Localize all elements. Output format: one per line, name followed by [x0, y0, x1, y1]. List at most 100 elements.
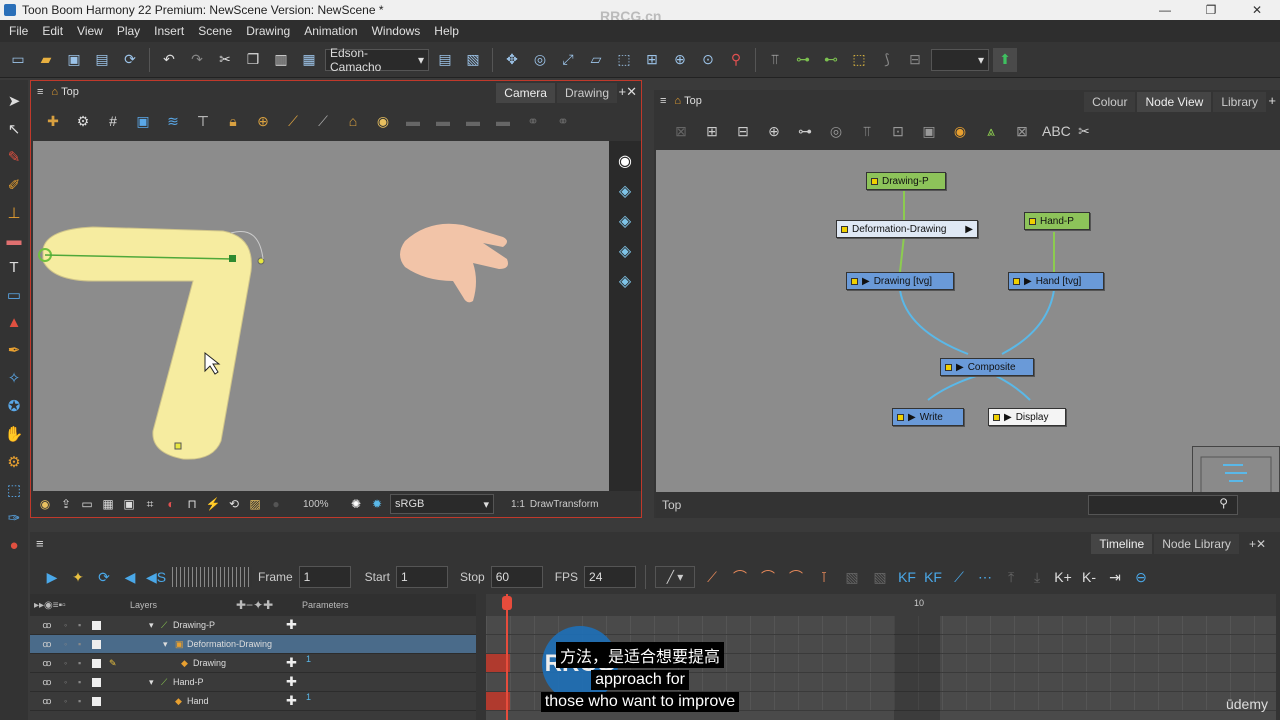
visibility-icon[interactable]: ◦: [64, 658, 78, 668]
add-pin-icon[interactable]: ✚: [41, 113, 65, 130]
close-icon[interactable]: +✕: [619, 84, 637, 100]
brush-icon[interactable]: ⟋: [281, 113, 305, 130]
save-icon[interactable]: ▣: [62, 48, 86, 72]
zoom-level[interactable]: 100%: [303, 499, 343, 510]
keyframe-ease-icon[interactable]: ⌒: [729, 567, 751, 587]
interpolation-dropdown[interactable]: ╱ ▾: [655, 566, 696, 588]
library-icon[interactable]: ▦: [297, 48, 321, 72]
film-icon[interactable]: ▣: [121, 497, 137, 511]
paint-bucket-icon[interactable]: ▲: [4, 314, 24, 331]
workspace-save-icon[interactable]: ▧: [461, 48, 485, 72]
open-folder-icon[interactable]: ▰: [34, 48, 58, 72]
rotate-view-icon[interactable]: ⟲: [226, 497, 242, 511]
zoom-node-icon[interactable]: ◎: [825, 123, 847, 140]
save-as-icon[interactable]: ▤: [90, 48, 114, 72]
add-parameter-icon[interactable]: ✚: [286, 674, 297, 690]
node-display[interactable]: ▶ Display: [988, 408, 1066, 426]
play-icon[interactable]: ▶: [42, 569, 62, 586]
layer-stack-l-icon[interactable]: ◈: [619, 211, 631, 231]
home-icon[interactable]: ⌂: [51, 86, 58, 98]
layer-stack-u-icon[interactable]: ◈: [619, 271, 631, 291]
transform-icon[interactable]: ⬚: [612, 48, 636, 72]
copy-icon[interactable]: ❐: [241, 48, 265, 72]
keyframe-path-icon[interactable]: ⟋: [949, 569, 969, 586]
layer-checkbox[interactable]: [92, 620, 101, 630]
eraser-tool-icon[interactable]: ▬: [4, 232, 24, 249]
refresh-icon[interactable]: ⟳: [118, 48, 142, 72]
minimize-button[interactable]: —: [1142, 0, 1188, 20]
node-enable-toggle[interactable]: [851, 277, 858, 285]
menu-windows[interactable]: Windows: [365, 24, 428, 38]
tab-drawing[interactable]: Drawing: [556, 83, 617, 103]
node-drawing-tvg[interactable]: ▶ Drawing [tvg]: [846, 272, 954, 290]
expand-icon[interactable]: ▾: [149, 677, 161, 688]
rig-node-icon[interactable]: ✂: [1073, 123, 1095, 140]
peg-node-icon[interactable]: ⫪: [856, 123, 878, 140]
peg-icon[interactable]: ⊙: [696, 48, 720, 72]
layer-stack-icon[interactable]: ◈: [619, 181, 631, 201]
scale-icon[interactable]: ⤢: [556, 48, 580, 72]
contour-editor-icon[interactable]: ↖: [4, 120, 24, 138]
upload-icon[interactable]: ⇪: [58, 497, 74, 511]
eye-icon[interactable]: ◉: [618, 151, 632, 171]
workspace-icon[interactable]: ▤: [433, 48, 457, 72]
visibility-icon[interactable]: ◦: [64, 677, 78, 687]
layer-checkbox[interactable]: [92, 696, 101, 706]
reposition-icon[interactable]: ⊞: [640, 48, 664, 72]
flip-icon[interactable]: ⌂: [341, 113, 365, 129]
stroke-icon[interactable]: ⟋: [311, 113, 335, 130]
layer-row-drawing[interactable]: ꝏ ◦ ▪ ✎ ◆ Drawing ✚ 1: [30, 654, 476, 673]
lightning-icon[interactable]: ⚡: [205, 497, 221, 511]
menu-insert[interactable]: Insert: [147, 24, 191, 38]
cutter-tool-icon[interactable]: ✪: [4, 397, 24, 415]
onion-timeline-icon[interactable]: ⊖: [1131, 569, 1151, 586]
camera-viewport[interactable]: [33, 141, 609, 491]
layer-checkbox[interactable]: [92, 677, 101, 687]
skew-icon[interactable]: ▱: [584, 48, 608, 72]
menu-file[interactable]: File: [2, 24, 35, 38]
camera-small-icon[interactable]: ▨: [247, 497, 263, 511]
sound-scrub-icon[interactable]: ◀S: [146, 569, 166, 586]
lock-icon[interactable]: 🔒︎: [221, 113, 245, 130]
add-parameter-icon[interactable]: ✚: [286, 617, 297, 633]
add-cell-icon[interactable]: K+: [1053, 569, 1073, 585]
node-deformation-drawing[interactable]: Deformation-Drawing ▶: [836, 220, 978, 238]
node-search-input[interactable]: [1088, 495, 1238, 515]
frame-ruler[interactable]: 10: [486, 594, 1276, 616]
pivot-tool-icon[interactable]: ✧: [4, 369, 24, 387]
add-tab-icon[interactable]: +✕: [1241, 534, 1274, 554]
curve-icon[interactable]: ⟆: [875, 48, 899, 72]
tab-colour[interactable]: Colour: [1084, 92, 1136, 112]
tab-library[interactable]: Library: [1213, 92, 1266, 112]
node-breadcrumb[interactable]: Top: [684, 95, 702, 107]
display-node-icon[interactable]: ◉: [949, 123, 971, 140]
lock-icon[interactable]: ▪: [78, 620, 92, 630]
add-tab-icon[interactable]: +: [1268, 93, 1276, 108]
close-button[interactable]: ✕: [1234, 0, 1280, 20]
cut-icon[interactable]: ✂: [213, 48, 237, 72]
envelope-icon[interactable]: ⬚: [847, 48, 871, 72]
link-icon[interactable]: ꝏ: [30, 620, 64, 631]
onion-skin-icon[interactable]: ≋: [161, 113, 185, 130]
link-icon[interactable]: ꝏ: [30, 677, 64, 688]
node-enable-toggle[interactable]: [1029, 217, 1036, 225]
visibility-icon[interactable]: ◦: [64, 639, 78, 649]
abc-node-icon[interactable]: ABC: [1042, 123, 1071, 139]
node-enable-toggle[interactable]: [841, 225, 848, 233]
pen-tool-icon[interactable]: ✑: [4, 509, 24, 527]
pencil-tool-icon[interactable]: ✐: [4, 176, 24, 194]
new-scene-icon[interactable]: ▭: [6, 48, 30, 72]
move-icon[interactable]: ✥: [500, 48, 524, 72]
lock-icon[interactable]: ⊓: [184, 497, 200, 511]
node-enable-toggle[interactable]: [993, 413, 1000, 421]
deformer-dropdown[interactable]: ▾: [931, 48, 989, 71]
sound-icon[interactable]: ◀: [120, 569, 140, 586]
node-enable-toggle[interactable]: [897, 413, 904, 421]
node-branch-icon[interactable]: ⊕: [763, 123, 785, 140]
layer-stack-c-icon[interactable]: ◈: [619, 241, 631, 261]
camera-breadcrumb[interactable]: Top: [61, 86, 79, 98]
lightbulb-icon[interactable]: ◉: [371, 113, 395, 130]
node-composite[interactable]: ▶ Composite: [940, 358, 1034, 376]
link-icon[interactable]: ꝏ: [30, 658, 64, 669]
extend-icon[interactable]: ⇥: [1105, 569, 1125, 586]
